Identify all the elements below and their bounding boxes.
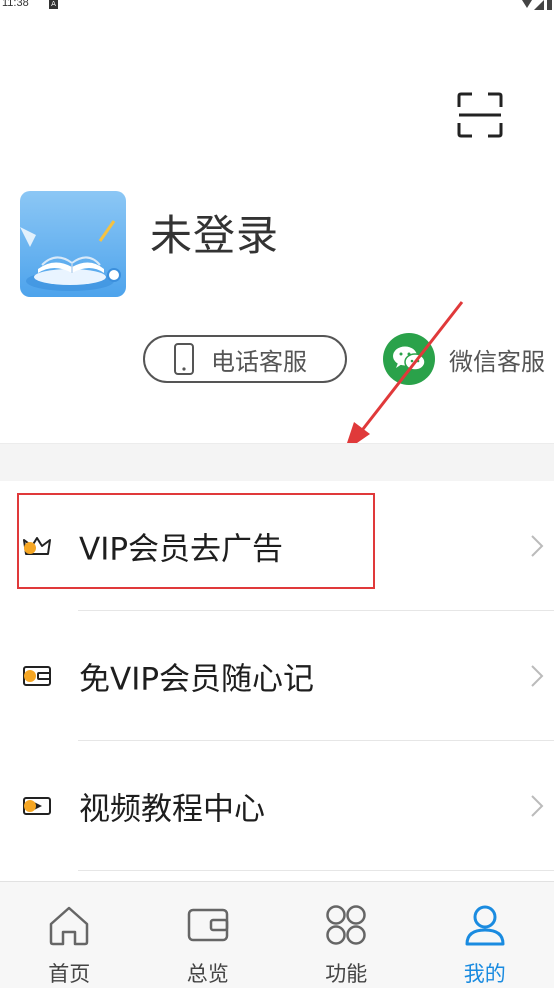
menu-divider [78, 870, 554, 871]
phone-support-button[interactable]: 电话客服 [143, 335, 347, 383]
nav-item-label: 功能 [325, 962, 368, 986]
section-separator [0, 443, 554, 481]
menu-item-video-tutorials[interactable]: 视频教程中心 [0, 741, 554, 871]
menu-item-free-vip[interactable]: 免VIP会员随心记 [0, 611, 554, 741]
status-time: 11:38 [2, 0, 29, 9]
wallet-icon [187, 908, 228, 942]
menu-item-label: 免VIP会员随心记 [79, 661, 315, 698]
nav-item-features[interactable]: 功能 [277, 882, 416, 988]
nav-item-label: 首页 [48, 962, 91, 986]
bottom-nav: 首页 总览 功能 我的 [0, 881, 554, 988]
grid-icon [326, 905, 366, 945]
nav-item-label: 总览 [186, 962, 229, 986]
chevron-right-icon [531, 795, 544, 817]
scan-button[interactable] [456, 91, 504, 139]
status-indicators [522, 0, 552, 10]
chevron-right-icon [531, 535, 544, 557]
video-icon [23, 797, 51, 815]
home-icon [50, 906, 89, 946]
crown-icon [23, 537, 51, 555]
nav-item-label: 我的 [463, 962, 506, 986]
signal-icon [522, 0, 552, 10]
wechat-support-button[interactable]: 微信客服 [383, 333, 545, 385]
user-icon [465, 905, 505, 946]
status-notification-icon: A [49, 0, 58, 9]
menu-item-label: 视频教程中心 [79, 791, 265, 828]
book-avatar-icon [20, 191, 126, 297]
wechat-icon-badge [383, 333, 435, 385]
menu-item-label: VIP会员去广告 [79, 531, 284, 568]
wallet-icon [23, 666, 51, 686]
avatar[interactable] [20, 191, 126, 297]
phone-support-label: 电话客服 [211, 347, 307, 376]
phone-icon [174, 343, 194, 375]
nav-item-home[interactable]: 首页 [0, 882, 139, 988]
chevron-right-icon [531, 665, 544, 687]
nav-item-overview[interactable]: 总览 [139, 882, 278, 988]
login-status-title[interactable]: 未登录 [150, 202, 279, 263]
status-bar: 11:38 A [0, 0, 554, 14]
wechat-icon [393, 346, 426, 371]
scan-icon [457, 92, 503, 138]
wechat-support-label: 微信客服 [449, 347, 545, 376]
menu-item-vip-no-ads[interactable]: VIP会员去广告 [0, 481, 554, 611]
nav-item-mine[interactable]: 我的 [416, 882, 554, 988]
